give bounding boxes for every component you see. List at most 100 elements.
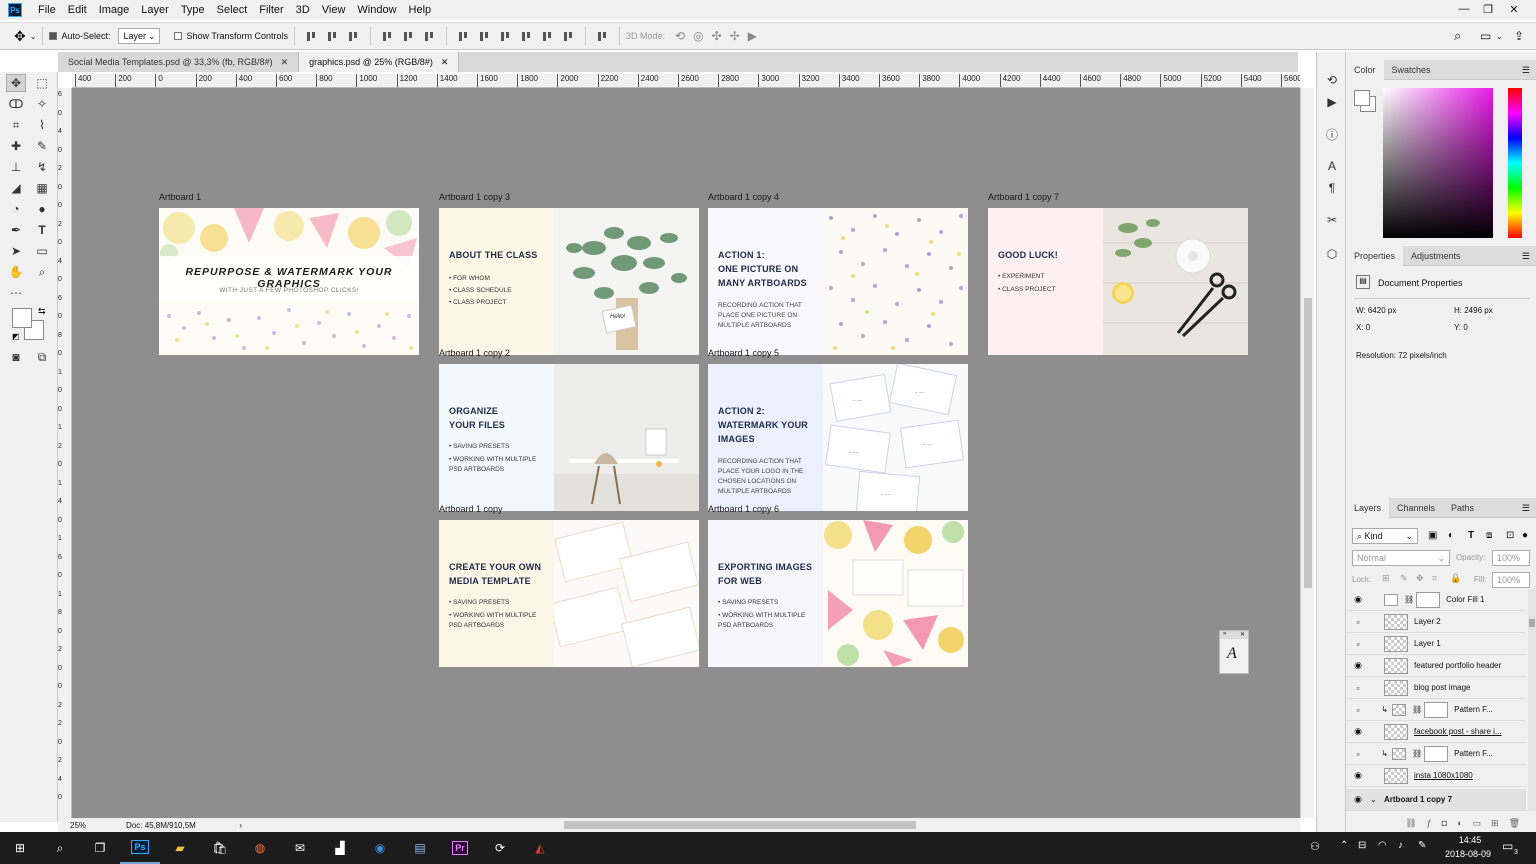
menu-file[interactable]: File [32,0,62,20]
zoom-level[interactable]: 25% [70,821,86,830]
paragraph-icon[interactable]: ¶ [1324,180,1340,196]
close-button[interactable]: ✕ [1502,0,1526,18]
collapse-icon[interactable]: » [1223,631,1226,639]
tab-social-media-templates[interactable]: Social Media Templates.psd @ 33,3% (fb, … [58,52,300,72]
file-explorer-icon[interactable]: ▰ [160,832,200,864]
auto-align-icon[interactable] [596,30,609,43]
auto-select-dropdown[interactable]: Layer ⌄ [118,28,161,44]
magic-wand-icon[interactable]: ✧ [32,95,52,113]
layer-name[interactable]: Pattern F... [1454,705,1493,714]
layer-row[interactable]: ▫ Layer 2 [1346,611,1526,633]
swap-colors-icon[interactable]: ⇆ [38,306,46,317]
tab-adjustments[interactable]: Adjustments [1403,246,1469,266]
layer-name[interactable]: Layer 2 [1414,617,1441,626]
panel-menu-icon[interactable]: ☰ [1522,503,1530,514]
visibility-toggle[interactable]: ▫ [1346,749,1370,759]
brush-tool-icon[interactable]: ✎ [32,137,52,155]
align-top-icon[interactable] [305,30,318,43]
menu-image[interactable]: Image [93,0,136,20]
x-value[interactable]: X: 0 [1356,323,1370,332]
close-icon[interactable]: ✕ [1240,631,1245,639]
visibility-toggle[interactable]: ▫ [1346,683,1370,693]
link-layers-icon[interactable]: ⛓ [1405,818,1416,829]
store-icon[interactable]: 🛍 [200,832,240,864]
layer-row[interactable]: ◉ featured portfolio header [1346,655,1526,677]
3d-slide-icon[interactable]: ✢ [730,29,740,43]
filter-adjustment-icon[interactable]: ◐ [1448,530,1454,541]
new-group-icon[interactable]: ▭ [1473,818,1482,829]
menu-view[interactable]: View [316,0,352,20]
distribute-right-icon[interactable] [562,30,575,43]
distribute-hcenter-icon[interactable] [541,30,554,43]
status-menu-icon[interactable]: › [239,821,242,830]
layer-name[interactable]: Pattern F... [1454,749,1493,758]
lock-position-icon[interactable]: ✥ [1416,573,1424,584]
filter-smart-object-icon[interactable]: ⊡ [1506,530,1514,541]
move-tool-icon[interactable]: ✥ [6,74,26,92]
lock-artboard-icon[interactable]: ⌗ [1432,573,1437,584]
layer-name[interactable]: Layer 1 [1414,639,1441,648]
artboard-1-copy-5[interactable]: ACTION 2: WATERMARK YOUR IMAGES RECORDIN… [708,364,968,511]
align-left-icon[interactable] [381,30,394,43]
pen-tool-icon[interactable]: ✒ [6,221,26,239]
eye-icon[interactable]: ◉ [1346,726,1370,737]
actions-play-icon[interactable]: ▶ [1324,94,1340,110]
fx-icon[interactable]: ƒ [1427,818,1432,828]
eye-icon[interactable]: ◉ [1346,594,1370,605]
3d-icon[interactable]: ⬡ [1324,246,1340,262]
foreground-color-swatch[interactable] [1354,90,1370,106]
artboard-label[interactable]: Artboard 1 copy 6 [708,504,779,514]
menu-layer[interactable]: Layer [135,0,175,20]
width-value[interactable]: W: 6420 px [1356,306,1396,315]
history-icon[interactable]: ⟲ [1324,72,1340,88]
layer-name[interactable]: Color Fill 1 [1446,595,1484,604]
clock-date[interactable]: 2018-08-09 [1440,849,1496,859]
acrobat-icon[interactable]: ◭ [520,832,560,864]
kind-filter-dropdown[interactable]: ⌕ Kind ⌄ [1352,528,1418,544]
share-icon[interactable]: ⇪ [1514,29,1524,43]
artboard-group-row[interactable]: ◉ ⌄ Artboard 1 copy 7 [1346,789,1526,811]
artboard-label[interactable]: Artboard 1 copy 7 [988,192,1059,202]
tool-presets-icon[interactable]: ✂ [1324,212,1340,228]
filter-type-icon[interactable]: T [1468,530,1474,541]
layer-name[interactable]: facebook post - share i... [1414,727,1502,736]
menu-window[interactable]: Window [351,0,402,20]
blur-tool-icon[interactable]: ◔ [6,200,26,218]
artboard-label[interactable]: Artboard 1 copy 3 [439,192,510,202]
distribute-top-icon[interactable] [457,30,470,43]
new-layer-icon[interactable]: ⊞ [1491,818,1499,829]
layer-name[interactable]: blog post image [1414,683,1470,692]
distribute-left-icon[interactable] [520,30,533,43]
tab-swatches[interactable]: Swatches [1384,60,1439,80]
distribute-bottom-icon[interactable] [499,30,512,43]
mail-icon[interactable]: ✉ [280,832,320,864]
tool-preset-chevron-icon[interactable]: ⌄ [30,32,37,41]
layer-row[interactable]: ◉ facebook post - share i... [1346,721,1526,743]
photoshop-app-icon[interactable]: Ps [120,832,160,864]
artboard-label[interactable]: Artboard 1 [159,192,201,202]
history-brush-icon[interactable]: ↯ [32,158,52,176]
scroll-thumb[interactable] [1304,298,1312,588]
gradient-tool-icon[interactable]: ▦ [32,179,52,197]
layer-name[interactable]: Artboard 1 copy 7 [1384,795,1452,804]
windows-start-icon[interactable]: ⊞ [0,832,40,864]
eyedropper-icon[interactable]: ⌇ [32,116,52,134]
close-icon[interactable]: ✕ [281,57,289,68]
add-mask-icon[interactable]: ◘ [1442,818,1447,828]
visibility-toggle[interactable]: ▫ [1346,617,1370,627]
height-value[interactable]: H: 2496 px [1454,306,1493,315]
artboard-1-copy-2[interactable]: ORGANIZE YOUR FILES • SAVING PRESETS • W… [439,364,699,511]
document-canvas[interactable]: Artboard 1 REPURPOSE & WATERMARK YOUR GR… [72,88,1300,818]
hand-tool-icon[interactable]: ✋ [6,263,26,281]
align-bottom-icon[interactable] [347,30,360,43]
layer-row[interactable]: ▫ ↳ ⛓ Pattern F... [1346,699,1526,721]
menu-help[interactable]: Help [403,0,438,20]
3d-pan-icon[interactable]: ✣ [712,29,722,43]
blend-mode-dropdown[interactable]: Normal ⌄ [1352,550,1450,566]
clone-stamp-icon[interactable]: ⊥ [6,158,26,176]
artboard-1-copy-3[interactable]: ABOUT THE CLASS • FOR WHOM • CLASS SCHED… [439,208,699,355]
3d-orbit-icon[interactable]: ⟲ [675,29,685,43]
close-icon[interactable]: ✕ [441,57,449,68]
visibility-toggle[interactable]: ▫ [1346,639,1370,649]
notes-icon[interactable]: ▟ [320,832,360,864]
